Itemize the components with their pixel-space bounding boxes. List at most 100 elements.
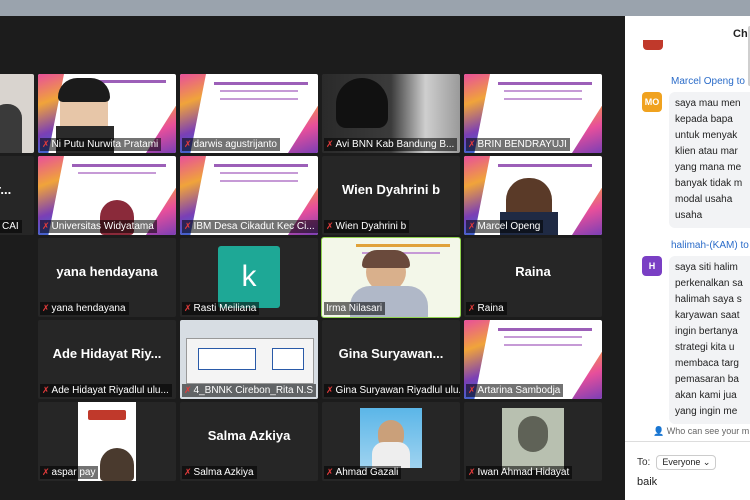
avatar-initials: MO bbox=[644, 97, 660, 107]
chat-message-line: saya mau men bbox=[675, 98, 741, 109]
participant-name: BRIN BENDRAYUJI bbox=[477, 139, 567, 150]
muted-mic-icon: ✗ bbox=[468, 139, 476, 149]
chat-sender: halimah-(KAM) to bbox=[671, 240, 749, 251]
participant-name-label: ✗ darwis agustrijanto bbox=[182, 138, 280, 151]
chat-title: Ch bbox=[733, 28, 748, 40]
participant-tile[interactable]: ✗ Artarina Sambodja bbox=[464, 320, 602, 399]
recipient-row: To: Everyone ⌄ bbox=[637, 455, 717, 470]
participant-tile[interactable]: ✗ 4_BNNK Cirebon_Rita N.S bbox=[180, 320, 318, 399]
participant-name-label: Irma Nilasari bbox=[324, 302, 386, 315]
chat-sender: Marcel Openg to bbox=[671, 76, 745, 87]
muted-mic-icon: ✗ bbox=[468, 303, 476, 313]
participant-name: Rasti Meiliana bbox=[193, 303, 257, 314]
participant-name-label: CAI bbox=[0, 220, 22, 233]
participant-tile[interactable]: yana hendayana ✗ yana hendayana bbox=[38, 238, 176, 317]
chat-message-line: halimah saya s bbox=[675, 294, 742, 305]
avatar-initials: H bbox=[648, 261, 656, 271]
participant-name: 4_BNNK Cirebon_Rita N.S bbox=[193, 385, 314, 396]
muted-mic-icon: ✗ bbox=[184, 221, 192, 231]
participant-name-label: ✗ Raina bbox=[466, 302, 507, 315]
participant-name: Ni Putu Nurwita Pratami bbox=[51, 139, 159, 150]
participant-name-label: ✗ Gina Suryawan Riyadlul ulu... bbox=[324, 384, 460, 397]
muted-mic-icon: ✗ bbox=[468, 221, 476, 231]
chevron-down-icon: ⌄ bbox=[702, 457, 711, 467]
participant-tile[interactable]: Wien Dyahrini b ✗ Wien Dyahrini b bbox=[322, 156, 460, 235]
participant-tile[interactable]: Ade Hidayat Riy... ✗ Ade Hidayat Riyadlul… bbox=[38, 320, 176, 399]
participant-tile[interactable]: Salma Azkiya ✗ Salma Azkiya bbox=[180, 402, 318, 481]
chat-message-line: membaca targ bbox=[675, 358, 739, 369]
participant-tile[interactable]: ✗ Avi BNN Kab Bandung B... bbox=[322, 74, 460, 153]
participant-name-label: ✗ Ni Putu Nurwita Pratami bbox=[40, 138, 162, 151]
chat-message-line: akan kami jua bbox=[675, 390, 737, 401]
muted-mic-icon: ✗ bbox=[42, 467, 50, 477]
participant-big-name: r... bbox=[0, 182, 12, 197]
participant-name: Wien Dyahrini b bbox=[335, 221, 407, 232]
muted-mic-icon: ✗ bbox=[42, 221, 50, 231]
participant-tile[interactable]: ✗ darwis agustrijanto bbox=[180, 74, 318, 153]
muted-mic-icon: ✗ bbox=[326, 467, 334, 477]
participant-name-label: ✗ Iwan Ahmad Hidayat bbox=[466, 466, 573, 479]
participant-tile[interactable]: ✗ Ahmad Gazali bbox=[322, 402, 460, 481]
participant-name-label: ✗ IBM Desa Cikadut Kec Ci... bbox=[182, 220, 318, 233]
muted-mic-icon: ✗ bbox=[468, 467, 476, 477]
chat-message-line: strategi kita u bbox=[675, 342, 735, 353]
muted-mic-icon: ✗ bbox=[468, 385, 476, 395]
avatar: H bbox=[642, 256, 662, 276]
person-icon: 👤 bbox=[653, 426, 665, 436]
participant-name: yana hendayana bbox=[51, 303, 126, 314]
recipient-dropdown[interactable]: Everyone ⌄ bbox=[656, 455, 717, 470]
participant-name: Gina Suryawan Riyadlul ulu... bbox=[335, 385, 460, 396]
participant-name: Ade Hidayat Riyadlul ulu... bbox=[51, 385, 169, 396]
participant-name-label: ✗ Avi BNN Kab Bandung B... bbox=[324, 138, 458, 151]
recipient-value: Everyone bbox=[662, 457, 701, 467]
chat-message-line: yang mana me bbox=[675, 162, 742, 173]
chat-message-line: klien atau mar bbox=[675, 146, 738, 157]
participant-tile[interactable]: ✗ BRIN BENDRAYUJI bbox=[464, 74, 602, 153]
participant-tile[interactable]: Raina ✗ Raina bbox=[464, 238, 602, 317]
chat-message-line: banyak tidak m bbox=[675, 178, 743, 189]
participant-tile[interactable] bbox=[0, 74, 34, 153]
avatar: MO bbox=[642, 92, 662, 112]
participant-tile[interactable]: ✗ Marcel Openg bbox=[464, 156, 602, 235]
chat-message-line: saya siti halim bbox=[675, 262, 738, 273]
participant-tile[interactable]: ✗ IBM Desa Cikadut Kec Ci... bbox=[180, 156, 318, 235]
divider bbox=[625, 441, 750, 442]
participant-name: CAI bbox=[2, 221, 19, 232]
who-can-see-link[interactable]: 👤 Who can see your m bbox=[653, 426, 749, 437]
participant-name-label: ✗ Rasti Meiliana bbox=[182, 302, 260, 315]
muted-mic-icon: ✗ bbox=[184, 467, 192, 477]
muted-mic-icon: ✗ bbox=[42, 303, 50, 313]
muted-mic-icon: ✗ bbox=[42, 385, 50, 395]
chat-message-line: yang ingin me bbox=[675, 406, 738, 417]
participant-name: Marcel Openg bbox=[477, 221, 541, 232]
participant-name: Iwan Ahmad Hidayat bbox=[477, 467, 570, 478]
participant-tile[interactable]: ✗ Iwan Ahmad Hidayat bbox=[464, 402, 602, 481]
participant-tile[interactable]: ✗ aspar pay bbox=[38, 402, 176, 481]
muted-mic-icon: ✗ bbox=[184, 139, 192, 149]
who-can-see-text: Who can see your m bbox=[666, 426, 750, 436]
chat-message: saya siti halim perkenalkan sa halimah s… bbox=[669, 256, 750, 424]
muted-mic-icon: ✗ bbox=[326, 221, 334, 231]
participant-name: Raina bbox=[477, 303, 504, 314]
avatar bbox=[643, 40, 663, 50]
participant-tile[interactable]: ✗ Universitas Widyatama bbox=[38, 156, 176, 235]
participant-name-label: ✗ BRIN BENDRAYUJI bbox=[466, 138, 570, 151]
to-label: To: bbox=[637, 457, 651, 468]
participant-name-label: ✗ 4_BNNK Cirebon_Rita N.S bbox=[182, 384, 317, 397]
participant-tile[interactable]: ✗ Ni Putu Nurwita Pratami bbox=[38, 74, 176, 153]
window-title-bar bbox=[0, 0, 750, 16]
chat-input[interactable]: baik bbox=[637, 476, 657, 488]
participant-tile[interactable]: Gina Suryawan... ✗ Gina Suryawan Riyadlul… bbox=[322, 320, 460, 399]
chat-message-line: usaha bbox=[675, 210, 703, 221]
participant-tile[interactable]: k ✗ Rasti Meiliana bbox=[180, 238, 318, 317]
participant-name-label: ✗ Wien Dyahrini b bbox=[324, 220, 410, 233]
participant-big-name: Raina bbox=[515, 264, 551, 279]
active-speaker-tile[interactable]: Irma Nilasari bbox=[321, 237, 461, 318]
participant-tile[interactable]: r... CAI bbox=[0, 156, 34, 235]
participant-name-label: ✗ Ahmad Gazali bbox=[324, 466, 402, 479]
participant-big-name: Salma Azkiya bbox=[207, 428, 291, 443]
participant-name: darwis agustrijanto bbox=[193, 139, 277, 150]
chat-message-line: kepada bapa bbox=[675, 114, 733, 125]
participant-name: Avi BNN Kab Bandung B... bbox=[335, 139, 455, 150]
participant-name: Irma Nilasari bbox=[326, 303, 383, 314]
